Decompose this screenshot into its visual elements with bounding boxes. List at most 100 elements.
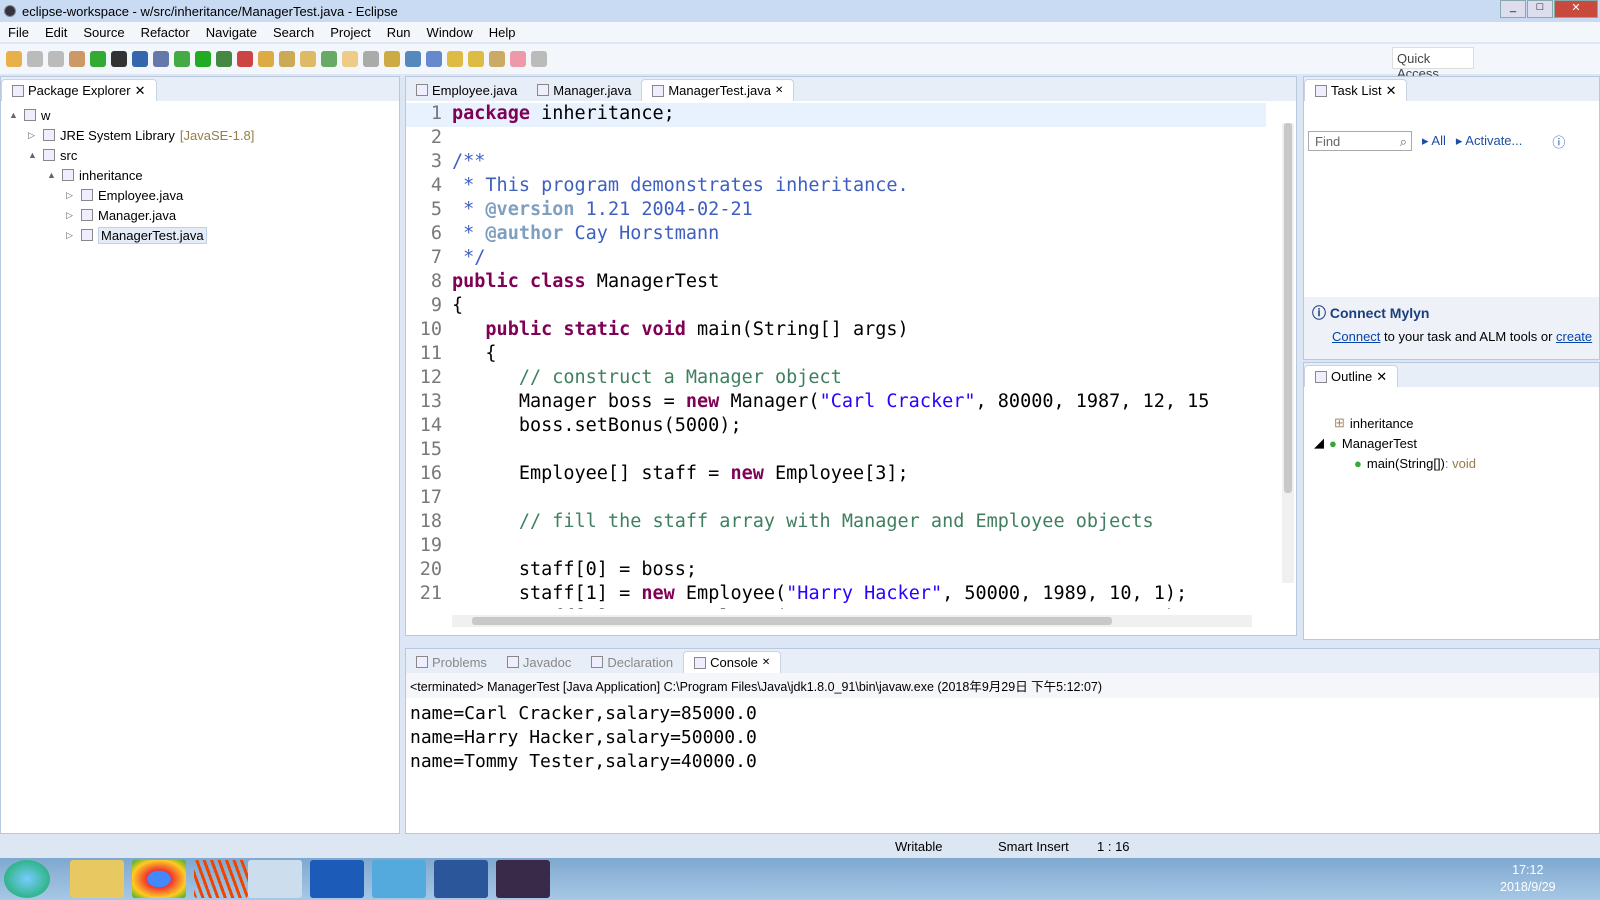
toolbar-button-icon[interactable] — [90, 51, 106, 67]
quick-access-input[interactable]: Quick Access — [1392, 47, 1474, 81]
maximize-button[interactable]: □ — [1527, 0, 1553, 18]
tab-label: Package Explorer — [28, 83, 131, 98]
toolbar-button-icon[interactable] — [174, 51, 190, 67]
close-icon[interactable]: ✕ — [1376, 369, 1387, 385]
outline-item-package[interactable]: ⊞ inheritance — [1314, 413, 1599, 433]
tree-item-jre-system-library[interactable]: ▷ JRE System Library [JavaSE-1.8] — [9, 125, 399, 145]
toolbar-button-icon[interactable] — [405, 51, 421, 67]
toolbar-button-icon[interactable] — [342, 51, 358, 67]
app-taskbar-icon[interactable] — [194, 860, 248, 898]
ie-taskbar-icon[interactable] — [372, 860, 426, 898]
toolbar-button-icon[interactable] — [363, 51, 379, 67]
browser-taskbar-icon[interactable] — [248, 860, 302, 898]
menu-navigate[interactable]: Navigate — [198, 25, 265, 40]
expand-arrow-icon[interactable]: ▷ — [66, 190, 76, 201]
connect-link[interactable]: Connect — [1332, 329, 1380, 344]
tab-manager-java[interactable]: Manager.java — [527, 79, 641, 101]
line-number: 15 — [419, 439, 442, 460]
tab-outline[interactable]: Outline ✕ — [1304, 365, 1399, 387]
all-link[interactable]: ▸ All — [1422, 133, 1446, 149]
expand-arrow-icon[interactable]: ▲ — [9, 110, 19, 120]
clock[interactable]: 17:12 2018/9/29 — [1500, 862, 1556, 896]
menu-run[interactable]: Run — [379, 25, 419, 40]
tab-managertest-java[interactable]: ManagerTest.java ✕ — [641, 79, 795, 101]
menu-file[interactable]: File — [0, 25, 37, 40]
toolbar-button-icon[interactable] — [510, 51, 526, 67]
expand-arrow-icon[interactable]: ▷ — [28, 130, 38, 141]
line-text — [446, 535, 452, 559]
expand-arrow-icon[interactable]: ▲ — [47, 170, 57, 180]
close-icon[interactable]: ✕ — [1386, 83, 1397, 99]
menu-refactor[interactable]: Refactor — [133, 25, 198, 40]
wps-writer-taskbar-icon[interactable] — [310, 860, 364, 898]
toolbar-button-icon[interactable] — [69, 51, 85, 67]
close-button[interactable]: ✕ — [1554, 0, 1598, 18]
create-link[interactable]: create — [1556, 329, 1592, 344]
collapse-arrow-icon[interactable]: ◢ — [1314, 435, 1324, 451]
tree-item-src[interactable]: ▲ src — [9, 145, 399, 165]
menu-help[interactable]: Help — [481, 25, 524, 40]
eclipse-taskbar-icon[interactable] — [496, 860, 550, 898]
explorer-taskbar-icon[interactable] — [70, 860, 124, 898]
menu-search[interactable]: Search — [265, 25, 322, 40]
toolbar-button-icon[interactable] — [300, 51, 316, 67]
toolbar-button-icon[interactable] — [426, 51, 442, 67]
outline-item-method[interactable]: ● main(String[]) : void — [1314, 453, 1599, 473]
console-output[interactable]: name=Carl Cracker,salary=85000.0 name=Har… — [406, 698, 1599, 778]
vertical-scrollbar[interactable] — [1282, 123, 1294, 583]
toolbar-button-icon[interactable] — [195, 51, 211, 67]
toolbar-button-icon[interactable] — [279, 51, 295, 67]
toolbar-button-icon[interactable] — [489, 51, 505, 67]
toolbar-button-icon[interactable] — [321, 51, 337, 67]
toolbar-button-icon[interactable] — [6, 51, 22, 67]
outline-item-class[interactable]: ◢ ● ManagerTest — [1314, 433, 1599, 453]
start-button[interactable] — [4, 860, 50, 898]
help-icon[interactable]: ⓘ — [1552, 132, 1565, 151]
toolbar-button-icon[interactable] — [258, 51, 274, 67]
tab-console[interactable]: Console ✕ — [683, 651, 782, 673]
tab-package-explorer[interactable]: Package Explorer ✕ — [1, 79, 157, 101]
tab-problems[interactable]: Problems — [406, 651, 497, 673]
line-number: 8 — [430, 271, 442, 292]
toolbar-button-icon[interactable] — [27, 51, 43, 67]
menu-source[interactable]: Source — [75, 25, 132, 40]
tree-item-employee-java[interactable]: ▷ Employee.java — [9, 185, 399, 205]
menu-window[interactable]: Window — [419, 25, 481, 40]
close-icon[interactable]: ✕ — [135, 83, 146, 99]
toolbar-button-icon[interactable] — [468, 51, 484, 67]
tree-item-inheritance[interactable]: ▲ inheritance — [9, 165, 399, 185]
tab-javadoc[interactable]: Javadoc — [497, 651, 581, 673]
toolbar-button-icon[interactable] — [111, 51, 127, 67]
tab-employee-java[interactable]: Employee.java — [406, 79, 527, 101]
activate-link[interactable]: ▸ Activate... — [1456, 133, 1523, 149]
toolbar-button-icon[interactable] — [237, 51, 253, 67]
code-editor[interactable]: 1 package inheritance; 2 3/** 4 * This progr… — [406, 101, 1266, 609]
toolbar-button-icon[interactable] — [132, 51, 148, 67]
code-token: */ — [452, 247, 486, 268]
expand-arrow-icon[interactable]: ▷ — [66, 230, 76, 241]
code-token: package — [452, 103, 530, 124]
minimize-button[interactable]: _ — [1500, 0, 1526, 18]
tree-item-w[interactable]: ▲ w — [9, 105, 399, 125]
expand-arrow-icon[interactable]: ▷ — [66, 210, 76, 221]
chrome-taskbar-icon[interactable] — [132, 860, 186, 898]
toolbar-button-icon[interactable] — [48, 51, 64, 67]
toolbar-button-icon[interactable] — [384, 51, 400, 67]
tab-declaration[interactable]: Declaration — [581, 651, 683, 673]
task-find-input[interactable]: Find ⌕ — [1308, 131, 1412, 151]
toolbar-button-icon[interactable] — [216, 51, 232, 67]
word-taskbar-icon[interactable] — [434, 860, 488, 898]
expand-arrow-icon[interactable]: ▲ — [28, 150, 38, 160]
horizontal-scrollbar[interactable] — [452, 615, 1252, 627]
tree-item-managertest-java[interactable]: ▷ ManagerTest.java — [9, 225, 399, 245]
menu-project[interactable]: Project — [322, 25, 378, 40]
tree-item-manager-java[interactable]: ▷ Manager.java — [9, 205, 399, 225]
tab-task-list[interactable]: Task List ✕ — [1304, 79, 1408, 101]
close-icon[interactable]: ✕ — [762, 657, 770, 668]
menu-edit[interactable]: Edit — [37, 25, 75, 40]
toolbar-button-icon[interactable] — [531, 51, 547, 67]
toolbar-button-icon[interactable] — [153, 51, 169, 67]
toolbar-button-icon[interactable] — [447, 51, 463, 67]
code-token: , 50000, 1989, 10, 1); — [942, 583, 1188, 604]
close-icon[interactable]: ✕ — [775, 85, 783, 96]
